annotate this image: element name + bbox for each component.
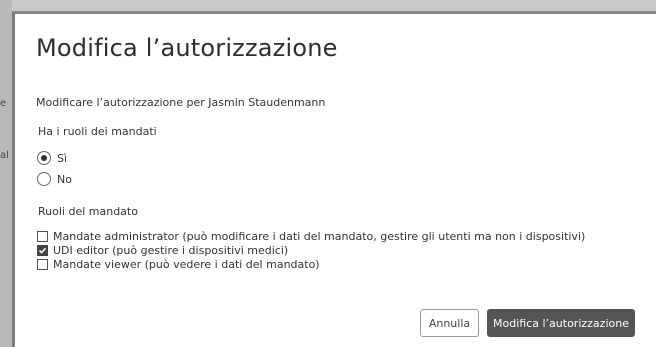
roles-question-label: Ha i ruoli dei mandati xyxy=(38,125,157,138)
mandate-roles-label: Ruoli del mandato xyxy=(38,205,138,218)
background-page-strip xyxy=(0,0,12,347)
radio-option-label: Sì xyxy=(57,151,68,165)
checkbox-label: Mandate administrator (può modificare i … xyxy=(53,230,586,243)
radio-option-label: No xyxy=(57,172,72,186)
checkmark-icon xyxy=(38,247,47,254)
radio-button[interactable] xyxy=(37,172,51,186)
checkbox-checked[interactable] xyxy=(37,245,48,256)
edit-authorization-dialog: Modifica l’autorizzazione Modificare l’a… xyxy=(12,11,656,347)
checkbox-mandate-administrator[interactable]: Mandate administrator (può modificare i … xyxy=(37,230,585,243)
radio-option-yes[interactable]: Sì xyxy=(37,151,67,165)
checkbox-mandate-viewer[interactable]: Mandate viewer (può vedere i dati del ma… xyxy=(37,258,320,271)
checkbox[interactable] xyxy=(37,259,48,270)
radio-button-selected[interactable] xyxy=(37,151,51,165)
background-text-fragment: al xyxy=(0,150,9,161)
checkbox-udi-editor[interactable]: UDI editor (può gestire i dispositivi me… xyxy=(37,244,288,257)
cancel-button[interactable]: Annulla xyxy=(420,309,479,337)
dialog-subtitle: Modificare l’autorizzazione per Jasmin S… xyxy=(36,96,326,109)
background-text-fragment: e xyxy=(0,98,7,109)
submit-edit-authorization-button[interactable]: Modifica l’autorizzazione xyxy=(487,309,635,337)
dialog-title: Modifica l’autorizzazione xyxy=(36,34,338,62)
checkbox-label: UDI editor (può gestire i dispositivi me… xyxy=(53,244,289,257)
checkbox[interactable] xyxy=(37,231,48,242)
checkbox-label: Mandate viewer (può vedere i dati del ma… xyxy=(53,258,320,271)
radio-option-no[interactable]: No xyxy=(37,172,72,186)
